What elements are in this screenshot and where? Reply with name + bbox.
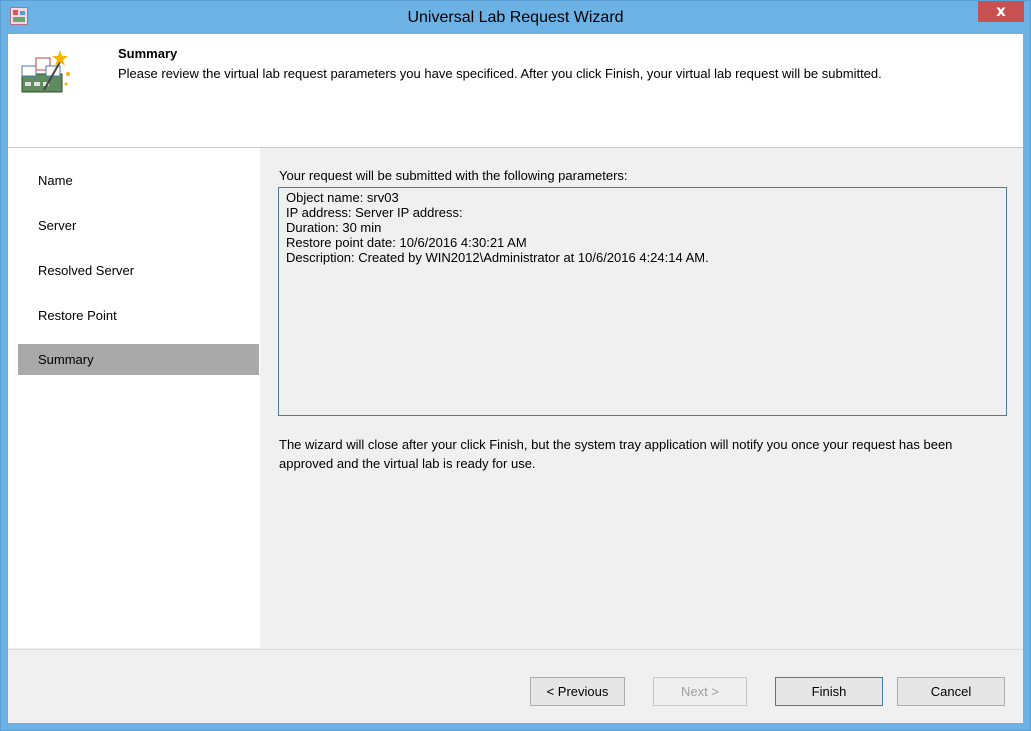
next-button[interactable]: Next >	[653, 677, 747, 706]
step-restore-point[interactable]: Restore Point	[18, 300, 259, 331]
previous-button[interactable]: < Previous	[530, 677, 625, 706]
step-server[interactable]: Server	[18, 210, 259, 241]
finish-note: The wizard will close after your click F…	[279, 437, 953, 471]
window-border-left	[1, 34, 8, 730]
step-resolved-server[interactable]: Resolved Server	[18, 255, 259, 286]
param-object-name: Object name: srv03	[286, 190, 399, 205]
step-summary[interactable]: Summary	[18, 344, 259, 375]
finish-button[interactable]: Finish	[775, 677, 883, 706]
close-button[interactable]: x	[978, 1, 1024, 22]
parameters-intro: Your request will be submitted with the …	[279, 168, 628, 183]
wizard-steps-nav: Name Server Resolved Server Restore Poin…	[8, 148, 260, 648]
param-duration: Duration: 30 min	[286, 220, 382, 235]
wizard-icon	[21, 50, 70, 93]
window-border-bottom	[1, 723, 1030, 730]
param-description: Description: Created by WIN2012\Administ…	[286, 250, 709, 265]
wizard-window: Universal Lab Request Wizard x Summary P…	[0, 0, 1031, 731]
button-bar: < Previous Next > Finish Cancel	[8, 649, 1023, 724]
parameters-textbox[interactable]: Object name: srv03 IP address: Server IP…	[278, 187, 1007, 416]
main-content: Your request will be submitted with the …	[260, 148, 1024, 648]
param-ip-address: IP address: Server IP address:	[286, 205, 463, 220]
cancel-button[interactable]: Cancel	[897, 677, 1005, 706]
page-title: Summary	[118, 46, 178, 61]
title-bar[interactable]: Universal Lab Request Wizard x	[1, 1, 1030, 34]
step-name[interactable]: Name	[18, 165, 259, 196]
window-border-right	[1023, 34, 1030, 730]
window-title: Universal Lab Request Wizard	[407, 9, 624, 26]
param-restore-point-date: Restore point date: 10/6/2016 4:30:21 AM	[286, 235, 527, 250]
wizard-header: Summary Please review the virtual lab re…	[8, 34, 1023, 148]
page-description: Please review the virtual lab request pa…	[118, 66, 882, 81]
